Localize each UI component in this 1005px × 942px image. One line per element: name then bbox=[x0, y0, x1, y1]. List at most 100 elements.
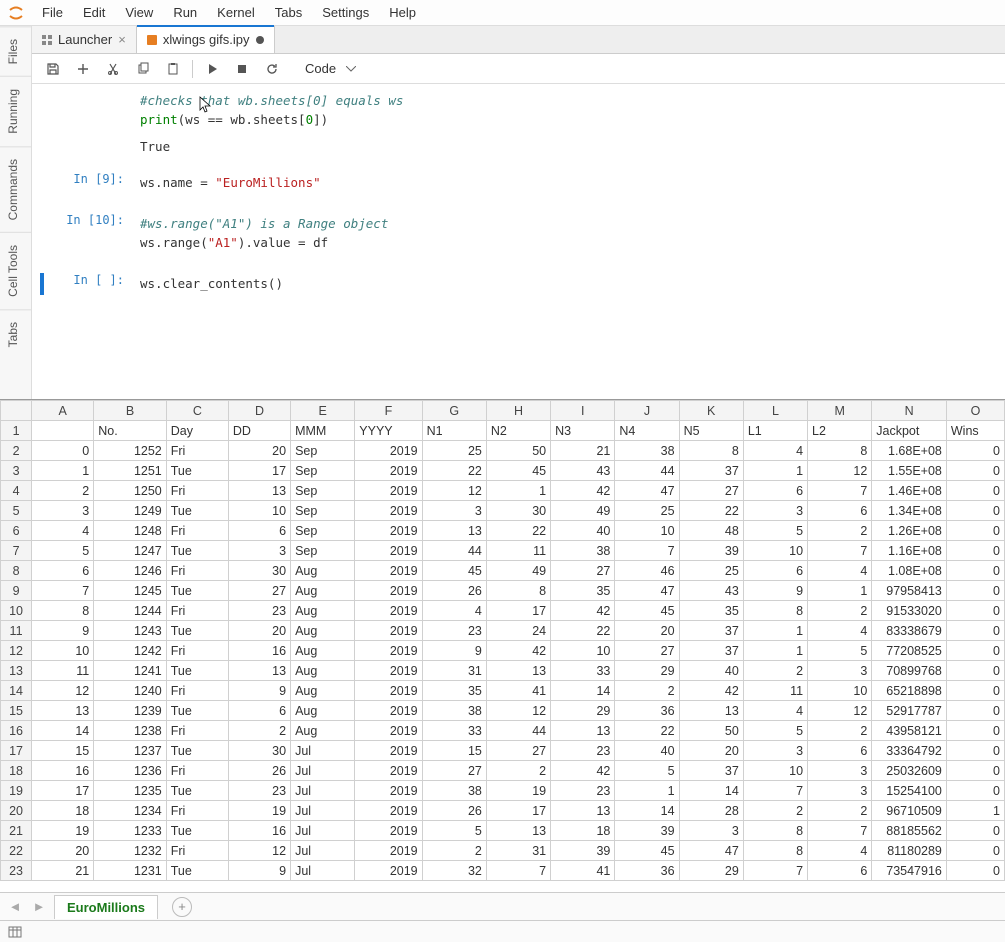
close-icon[interactable]: × bbox=[118, 32, 126, 47]
menu-file[interactable]: File bbox=[32, 0, 73, 25]
cell[interactable]: 9 bbox=[743, 581, 807, 601]
cell[interactable]: 1244 bbox=[94, 601, 167, 621]
cell[interactable]: 33 bbox=[422, 721, 486, 741]
row-header[interactable]: 23 bbox=[1, 861, 32, 881]
cell[interactable]: 0 bbox=[946, 621, 1004, 641]
cell[interactable]: 36 bbox=[615, 701, 679, 721]
cell[interactable]: 15 bbox=[32, 741, 94, 761]
cell[interactable]: 1252 bbox=[94, 441, 167, 461]
cell[interactable]: 23 bbox=[551, 741, 615, 761]
save-button[interactable] bbox=[40, 57, 66, 81]
cell[interactable]: 17 bbox=[32, 781, 94, 801]
cell[interactable]: 0 bbox=[946, 781, 1004, 801]
cell[interactable]: 3 bbox=[743, 501, 807, 521]
row-header[interactable]: 1 bbox=[1, 421, 32, 441]
cell[interactable]: 23 bbox=[228, 601, 290, 621]
cell[interactable]: 23 bbox=[551, 781, 615, 801]
cell[interactable]: 6 bbox=[743, 561, 807, 581]
menu-kernel[interactable]: Kernel bbox=[207, 0, 265, 25]
row-header[interactable]: 5 bbox=[1, 501, 32, 521]
cell[interactable]: 5 bbox=[743, 521, 807, 541]
cell[interactable]: 33364792 bbox=[872, 741, 947, 761]
code-content[interactable]: #checks that wb.sheets[0] equals ws prin… bbox=[134, 90, 1005, 132]
col-header[interactable]: I bbox=[551, 401, 615, 421]
cell[interactable]: 29 bbox=[615, 661, 679, 681]
cell[interactable]: 2 bbox=[486, 761, 550, 781]
cell[interactable]: Fri bbox=[166, 481, 228, 501]
cell[interactable]: 6 bbox=[808, 501, 872, 521]
cell[interactable]: 1.46E+08 bbox=[872, 481, 947, 501]
sidebar-tab-files[interactable]: Files bbox=[0, 26, 31, 76]
cell[interactable]: 9 bbox=[32, 621, 94, 641]
cell[interactable]: 45 bbox=[615, 841, 679, 861]
cell[interactable]: 19 bbox=[228, 801, 290, 821]
cell[interactable]: 21 bbox=[551, 441, 615, 461]
cell[interactable]: 16 bbox=[228, 641, 290, 661]
cell[interactable]: 2019 bbox=[355, 621, 422, 641]
cell[interactable]: Jul bbox=[291, 741, 355, 761]
cell[interactable]: 14 bbox=[551, 681, 615, 701]
cell[interactable]: 16 bbox=[228, 821, 290, 841]
cell[interactable]: 2019 bbox=[355, 741, 422, 761]
cell[interactable]: 17 bbox=[486, 801, 550, 821]
cell[interactable]: 1 bbox=[743, 621, 807, 641]
cell[interactable]: Jul bbox=[291, 841, 355, 861]
cell[interactable]: 36 bbox=[615, 861, 679, 881]
cell-9[interactable]: In [9]: ws.name = "EuroMillions" bbox=[32, 170, 1005, 197]
cell[interactable]: 47 bbox=[679, 841, 743, 861]
cell[interactable]: 13 bbox=[486, 821, 550, 841]
cell[interactable]: 7 bbox=[743, 861, 807, 881]
cell[interactable]: 25 bbox=[615, 501, 679, 521]
cell[interactable]: 2019 bbox=[355, 861, 422, 881]
cell[interactable]: 10 bbox=[743, 541, 807, 561]
cell[interactable]: Aug bbox=[291, 681, 355, 701]
cell[interactable]: 31 bbox=[422, 661, 486, 681]
cell[interactable]: 4 bbox=[743, 441, 807, 461]
copy-button[interactable] bbox=[130, 57, 156, 81]
cell[interactable]: Sep bbox=[291, 461, 355, 481]
code-content[interactable]: ws.clear_contents() bbox=[134, 273, 1005, 296]
cell[interactable]: 19 bbox=[32, 821, 94, 841]
cell[interactable]: 50 bbox=[679, 721, 743, 741]
cell[interactable]: 6 bbox=[228, 521, 290, 541]
cell[interactable]: 13 bbox=[551, 721, 615, 741]
cell[interactable]: 35 bbox=[551, 581, 615, 601]
cell[interactable]: 0 bbox=[946, 561, 1004, 581]
row-header[interactable]: 11 bbox=[1, 621, 32, 641]
col-header[interactable]: N bbox=[872, 401, 947, 421]
cell[interactable]: 32 bbox=[422, 861, 486, 881]
cell[interactable]: 6 bbox=[228, 701, 290, 721]
row-header[interactable]: 21 bbox=[1, 821, 32, 841]
cell[interactable]: 29 bbox=[679, 861, 743, 881]
cell[interactable]: Tue bbox=[166, 501, 228, 521]
cell[interactable]: 25032609 bbox=[872, 761, 947, 781]
cell[interactable]: 7 bbox=[32, 581, 94, 601]
sheet-prev-button[interactable]: ◄ bbox=[6, 898, 24, 916]
cell[interactable]: 27 bbox=[228, 581, 290, 601]
row-header[interactable]: 12 bbox=[1, 641, 32, 661]
cell[interactable]: 7 bbox=[743, 781, 807, 801]
cell[interactable]: 42 bbox=[679, 681, 743, 701]
sidebar-tab-running[interactable]: Running bbox=[0, 76, 31, 146]
cell[interactable]: N4 bbox=[615, 421, 679, 441]
cell[interactable]: 7 bbox=[808, 541, 872, 561]
cell[interactable]: 4 bbox=[808, 621, 872, 641]
cell[interactable]: 30 bbox=[228, 741, 290, 761]
cell[interactable]: 65218898 bbox=[872, 681, 947, 701]
row-header[interactable]: 9 bbox=[1, 581, 32, 601]
cell[interactable]: 2 bbox=[743, 801, 807, 821]
cell[interactable]: 1242 bbox=[94, 641, 167, 661]
paste-button[interactable] bbox=[160, 57, 186, 81]
cell[interactable]: 2019 bbox=[355, 821, 422, 841]
cell[interactable]: Fri bbox=[166, 841, 228, 861]
cell[interactable]: Fri bbox=[166, 441, 228, 461]
cell[interactable]: 40 bbox=[551, 521, 615, 541]
cell[interactable]: 15254100 bbox=[872, 781, 947, 801]
code-content[interactable]: #ws.range("A1") is a Range object ws.ran… bbox=[134, 213, 1005, 255]
cell[interactable]: 2019 bbox=[355, 801, 422, 821]
cell[interactable]: 5 bbox=[32, 541, 94, 561]
cell[interactable]: 1243 bbox=[94, 621, 167, 641]
cell[interactable]: 1245 bbox=[94, 581, 167, 601]
cell[interactable]: 1 bbox=[615, 781, 679, 801]
cell[interactable]: Fri bbox=[166, 601, 228, 621]
